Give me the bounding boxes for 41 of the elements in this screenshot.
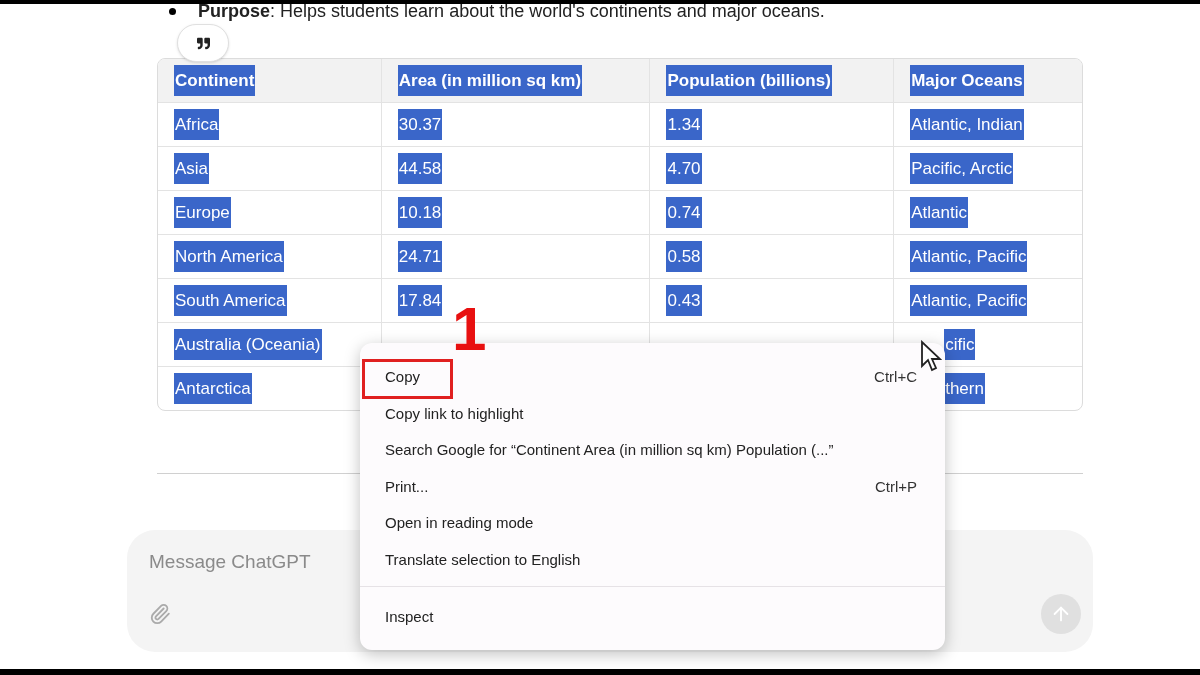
table-cell: Antarctica [174, 372, 252, 405]
table-cell: 0.58 [666, 240, 702, 273]
menu-item[interactable]: Search Google for “Continent Area (in million sq km) Population (...” [360, 432, 945, 469]
table-cell: 24.71 [397, 240, 443, 273]
menu-item[interactable]: Print... Ctrl+P [360, 468, 945, 505]
menu-item[interactable]: Translate selection to English [360, 541, 945, 578]
table-cell: Atlantic, Pacific [910, 284, 1028, 317]
table-cell: North America [174, 240, 284, 273]
table-cell: 1.34 [666, 108, 702, 141]
paperclip-icon[interactable] [149, 603, 171, 625]
table-cell: 44.58 [397, 152, 443, 185]
table-cell: Atlantic, Pacific [910, 240, 1028, 273]
table-cell: 4.70 [666, 152, 702, 185]
table-cell: Africa [174, 108, 220, 141]
table-cell: Atlantic [910, 196, 968, 229]
table-cell: thern [944, 372, 985, 405]
table-cell: 10.18 [397, 196, 443, 229]
bullet-icon [169, 7, 176, 15]
column-header: Population (billions) [666, 64, 832, 97]
column-header: Major Oceans [910, 64, 1024, 97]
menu-item[interactable]: Inspect [360, 599, 945, 636]
menu-item[interactable]: Open in reading mode [360, 505, 945, 542]
column-header: Area (in million sq km) [397, 64, 583, 97]
table-cell: Pacific, Arctic [910, 152, 1014, 185]
table-cell: South America [174, 284, 287, 317]
quote-icon [196, 36, 210, 50]
column-header: Continent [174, 64, 256, 97]
menu-item[interactable]: Copy Ctrl+C [360, 359, 945, 396]
table-cell: Atlantic, Indian [910, 108, 1024, 141]
bullet-text: Purpose: Helps students learn about the world's continents and major oceans. [198, 4, 825, 23]
table-cell: 17.84 [397, 284, 443, 317]
table-cell: Asia [174, 152, 210, 185]
table-cell: 0.43 [666, 284, 702, 317]
step-number: 1 [452, 298, 487, 360]
table-cell: Europe [174, 196, 231, 229]
table-cell: 0.74 [666, 196, 702, 229]
table-cell: Australia (Oceania) [174, 328, 322, 361]
menu-item[interactable]: Copy link to highlight [360, 395, 945, 432]
quote-button[interactable] [177, 24, 229, 62]
table-cell: 30.37 [397, 108, 443, 141]
table-cell: cific [944, 328, 976, 361]
